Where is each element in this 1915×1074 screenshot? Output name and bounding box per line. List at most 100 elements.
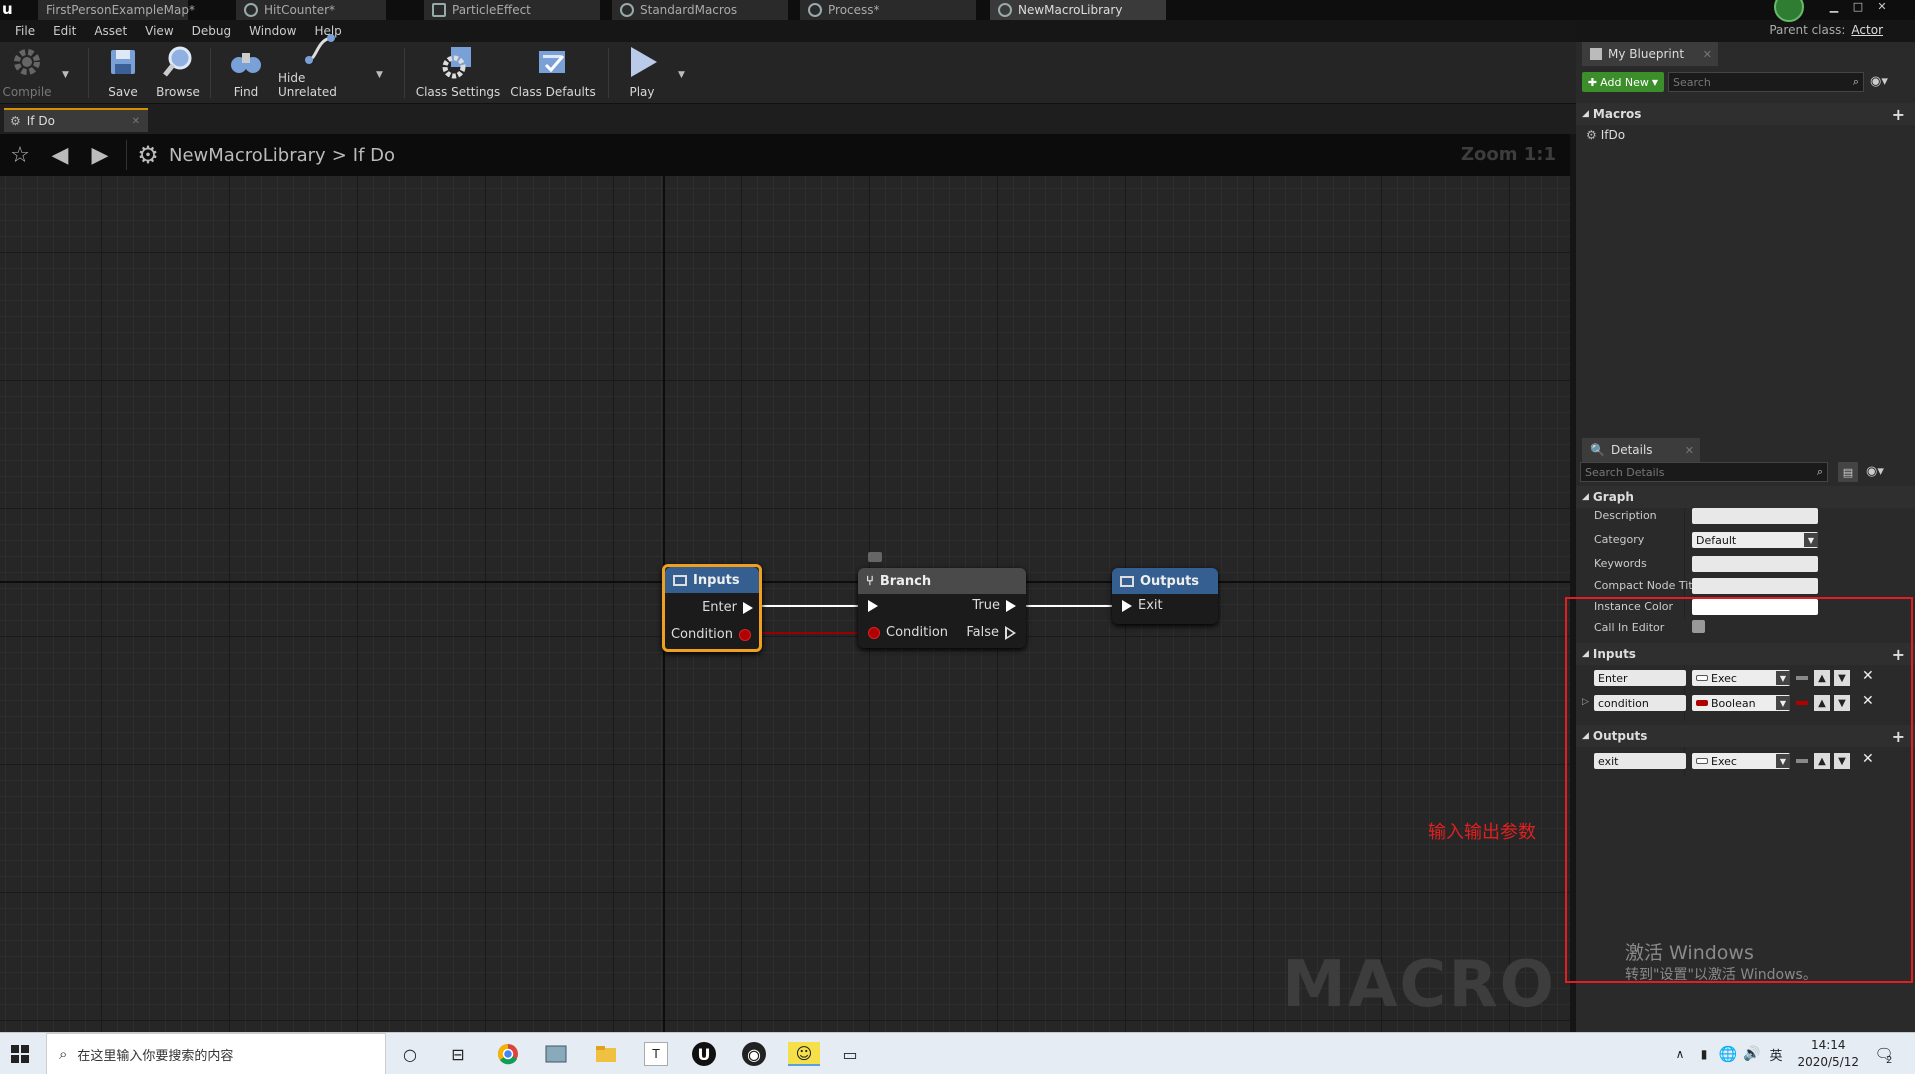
compile-dropdown-icon[interactable]: ▼: [62, 70, 69, 80]
tab-details[interactable]: 🔍 Details ✕: [1582, 438, 1700, 462]
macros-section-header[interactable]: ◢ Macros +: [1576, 103, 1915, 125]
close-tab-icon[interactable]: ✕: [1703, 48, 1712, 61]
annotation-label: 输入输出参数: [1428, 822, 1536, 843]
inputs-node[interactable]: Inputs Enter Condition: [662, 564, 762, 652]
tray-device-icon[interactable]: ▮: [1692, 1042, 1716, 1066]
branch-exec-in-pin[interactable]: [868, 600, 878, 612]
tab-particleeffect[interactable]: ParticleEffect: [424, 0, 600, 20]
close-tab-icon[interactable]: ✕: [132, 116, 140, 127]
tab-newmacrolibrary[interactable]: NewMacroLibrary: [990, 0, 1166, 20]
tab-my-blueprint[interactable]: My Blueprint ✕: [1582, 42, 1718, 66]
breadcrumb-graph[interactable]: If Do: [353, 145, 395, 166]
forward-arrow-icon[interactable]: ▶: [80, 134, 120, 176]
photo-viewer-icon[interactable]: [544, 1042, 568, 1066]
branch-false-pin[interactable]: False: [966, 625, 1016, 640]
keywords-label: Keywords: [1594, 557, 1647, 570]
hide-unrelated-button[interactable]: Hide Unrelated: [278, 34, 362, 104]
tab-firstpersonexamplemap[interactable]: FirstPersonExampleMap*: [38, 0, 195, 20]
macro-item-ifdo[interactable]: ⚙ IfDo: [1586, 128, 1625, 142]
outputs-node[interactable]: Outputs Exit: [1112, 568, 1218, 624]
class-defaults-button[interactable]: Class Defaults: [510, 42, 596, 104]
branch-node-title: Branch: [879, 573, 932, 589]
save-button[interactable]: Save: [100, 42, 146, 104]
play-icon: [624, 44, 660, 80]
parent-class-link[interactable]: Actor: [1851, 23, 1883, 37]
graph-section-header[interactable]: ◢ Graph: [1576, 486, 1915, 508]
description-field[interactable]: [1692, 508, 1818, 524]
source-control-icon[interactable]: [1774, 0, 1804, 22]
notification-center-icon[interactable]: 🗨: [1872, 1042, 1896, 1066]
compile-button[interactable]: Compile: [0, 42, 54, 104]
breadcrumb-library[interactable]: NewMacroLibrary: [169, 145, 326, 166]
graph-canvas[interactable]: Inputs Enter Condition ⑂ Branch True Con…: [0, 176, 1570, 1032]
keywords-field[interactable]: [1692, 556, 1818, 572]
details-search-input[interactable]: Search Details ⌕: [1580, 462, 1828, 482]
branch-condition-pin[interactable]: Condition: [868, 625, 948, 640]
view-options-eye-icon[interactable]: ◉▾: [1866, 464, 1884, 479]
file-explorer-icon[interactable]: [594, 1042, 618, 1066]
cortana-icon[interactable]: ○: [398, 1042, 422, 1066]
macro-library-icon: [998, 3, 1012, 17]
outputs-node-title: Outputs: [1140, 573, 1200, 589]
blueprint-icon: [244, 3, 258, 17]
compact-node-title-field[interactable]: [1692, 578, 1818, 594]
category-label: Category: [1594, 533, 1645, 546]
menu-view[interactable]: View: [136, 24, 182, 38]
maximize-icon[interactable]: □: [1850, 0, 1866, 14]
add-macro-plus-icon[interactable]: +: [1892, 105, 1905, 124]
comment-bubble-icon[interactable]: [868, 552, 882, 562]
pinned-app-icon[interactable]: ☺: [788, 1042, 820, 1066]
typora-icon[interactable]: T: [644, 1042, 668, 1066]
macro-gear-icon: ⚙: [10, 114, 21, 128]
chrome-icon[interactable]: [496, 1042, 520, 1066]
branch-true-pin[interactable]: True: [972, 598, 1016, 613]
inputs-enter-pin[interactable]: Enter: [702, 600, 753, 615]
taskbar-search-box[interactable]: ⌕ 在这里输入你要搜索的内容: [46, 1033, 386, 1074]
tab-process[interactable]: Process*: [800, 0, 976, 20]
menu-debug[interactable]: Debug: [183, 24, 240, 38]
property-matrix-icon[interactable]: ▤: [1838, 462, 1858, 482]
annotation-highlight-box: [1565, 597, 1913, 983]
view-options-eye-icon[interactable]: ◉▾: [1870, 74, 1888, 89]
back-arrow-icon[interactable]: ◀: [40, 134, 80, 176]
close-icon[interactable]: ✕: [1874, 0, 1890, 14]
unreal-engine-icon[interactable]: U: [692, 1042, 716, 1066]
tab-if-do[interactable]: ⚙ If Do ✕: [4, 108, 148, 132]
favorite-star-icon[interactable]: ☆: [0, 134, 40, 176]
browse-magnifier-icon: [160, 44, 196, 80]
class-settings-label: Class Settings: [415, 85, 501, 99]
search-icon: ⌕: [1816, 465, 1823, 478]
my-blueprint-search-input[interactable]: Search ⌕: [1668, 72, 1864, 92]
tab-standardmacros[interactable]: StandardMacros: [612, 0, 788, 20]
task-view-icon[interactable]: ⊟: [446, 1042, 470, 1066]
class-settings-button[interactable]: Class Settings: [414, 42, 502, 104]
minimize-icon[interactable]: ▁: [1826, 0, 1842, 14]
outputs-exit-pin[interactable]: Exit: [1122, 598, 1163, 613]
close-tab-icon[interactable]: ✕: [1685, 444, 1694, 457]
volume-icon[interactable]: 🔊: [1740, 1042, 1764, 1066]
add-new-button[interactable]: ✚ Add New ▼: [1582, 72, 1664, 92]
inputs-node-header: Inputs: [665, 567, 759, 593]
network-globe-icon[interactable]: 🌐: [1716, 1042, 1740, 1066]
outputs-node-header: Outputs: [1112, 568, 1218, 594]
desktop-app-icon[interactable]: ▭: [838, 1042, 862, 1066]
browse-button[interactable]: Browse: [152, 42, 204, 104]
inputs-condition-pin[interactable]: Condition: [671, 627, 751, 642]
obs-icon[interactable]: ◉: [742, 1042, 766, 1066]
menu-window[interactable]: Window: [240, 24, 305, 38]
category-combobox[interactable]: Default ▼: [1692, 532, 1818, 548]
play-dropdown-icon[interactable]: ▼: [678, 70, 685, 80]
menu-edit[interactable]: Edit: [44, 24, 85, 38]
play-button[interactable]: Play: [620, 42, 664, 104]
windows-activation-title: 激活 Windows: [1625, 942, 1754, 964]
menu-asset[interactable]: Asset: [85, 24, 136, 38]
tray-chevron-up-icon[interactable]: ∧: [1668, 1042, 1692, 1066]
tab-hitcounter[interactable]: HitCounter*: [236, 0, 386, 20]
branch-node[interactable]: ⑂ Branch True Condition False: [858, 568, 1026, 648]
find-button[interactable]: Find: [222, 42, 270, 104]
hide-unrelated-dropdown-icon[interactable]: ▼: [376, 70, 383, 80]
windows-start-icon[interactable]: [8, 1042, 32, 1066]
taskbar-clock[interactable]: 14:14 2020/5/12: [1797, 1037, 1859, 1071]
menu-file[interactable]: File: [6, 24, 44, 38]
ime-indicator[interactable]: 英: [1764, 1042, 1788, 1066]
